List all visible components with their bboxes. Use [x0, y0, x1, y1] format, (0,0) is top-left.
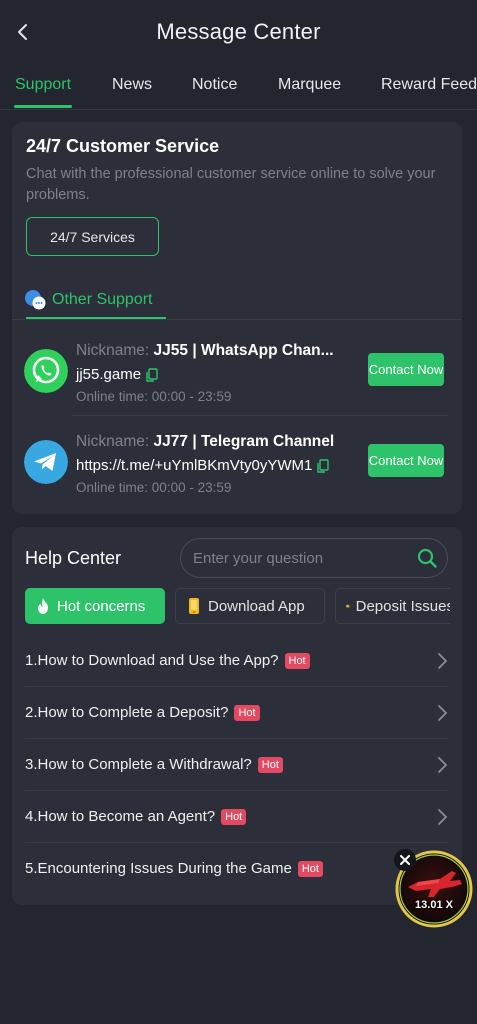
faq-question: 5.Encountering Issues During the Game Ho… [25, 860, 323, 877]
chat-bubbles-icon [25, 290, 46, 310]
category-chips: Hot concerns Download App Deposit Issues [24, 588, 450, 625]
search-bar [180, 538, 448, 578]
faq-question-text: 5.Encountering Issues During the Game [25, 860, 292, 877]
faq-question: 4.How to Become an Agent? Hot [25, 808, 247, 825]
search-input[interactable] [193, 539, 403, 577]
wallet-icon [346, 604, 350, 608]
online-time-value: 00:00 - 23:59 [151, 480, 232, 495]
chip-label: Deposit Issues [355, 597, 450, 615]
faq-question: 3.How to Complete a Withdrawal? Hot [25, 756, 283, 773]
contact-nickname: Nickname: JJ77 | Telegram Channel [76, 433, 361, 451]
search-icon[interactable] [417, 548, 437, 568]
multiplier-label: 13.01 X [415, 899, 453, 911]
online-time: Online time: 00:00 - 23:59 [76, 480, 231, 495]
header: Message Center [0, 0, 477, 64]
other-support-label: Other Support [52, 291, 153, 308]
chevron-right-icon [438, 757, 448, 773]
nickname-label: Nickname: [76, 433, 150, 450]
hot-badge: Hot [297, 860, 323, 877]
customer-service-title: 24/7 Customer Service [26, 136, 220, 156]
chevron-left-icon [18, 24, 27, 40]
tab-reward-feedback[interactable]: Reward Feedback [381, 76, 477, 94]
contact-row-whatsapp: Nickname: JJ55 | WhatsApp Chan... jj55.g… [12, 327, 462, 417]
online-time-value: 00:00 - 23:59 [151, 389, 232, 404]
chevron-right-icon [438, 653, 448, 669]
help-center-title: Help Center [25, 548, 122, 568]
faq-item[interactable]: 3.How to Complete a Withdrawal? Hot [12, 739, 462, 791]
online-time-label: Online time: [76, 480, 149, 495]
tab-bar: Support News Notice Marquee Reward Feedb… [0, 64, 477, 110]
page-title: Message Center [156, 19, 321, 44]
online-time-label: Online time: [76, 389, 149, 404]
chip-deposit-issues[interactable]: Deposit Issues [335, 588, 450, 624]
active-tab-indicator [14, 105, 72, 108]
contact-link: jj55.game [76, 366, 158, 383]
chevron-right-icon [438, 809, 448, 825]
chip-label: Download App [208, 597, 305, 615]
chip-download-app[interactable]: Download App [175, 588, 325, 624]
chip-hot-concerns[interactable]: Hot concerns [25, 588, 165, 624]
faq-question: 2.How to Complete a Deposit? Hot [25, 704, 260, 721]
contact-link-text: https://t.me/+uYmlBKmVty0yYWM1 [76, 457, 313, 474]
hot-badge: Hot [234, 704, 260, 721]
customer-service-description: Chat with the professional customer serv… [26, 166, 436, 203]
divider [12, 319, 462, 320]
nickname-value: JJ55 | WhatsApp Chan... [153, 342, 334, 359]
tab-support[interactable]: Support [15, 76, 71, 94]
hot-badge: Hot [284, 652, 310, 669]
tab-marquee[interactable]: Marquee [278, 76, 341, 94]
contact-now-button[interactable]: Contact Now [368, 444, 444, 477]
copy-icon[interactable] [317, 458, 330, 473]
contact-now-button[interactable]: Contact Now [368, 353, 444, 386]
telegram-icon [24, 440, 68, 484]
chevron-right-icon [438, 705, 448, 721]
other-support-tab[interactable]: Other Support [24, 284, 153, 316]
contact-link: https://t.me/+uYmlBKmVty0yYWM1 [76, 457, 330, 474]
online-time: Online time: 00:00 - 23:59 [76, 389, 231, 404]
faq-question-text: 3.How to Complete a Withdrawal? [25, 756, 252, 773]
faq-question: 1.How to Download and Use the App? Hot [25, 652, 310, 669]
faq-question-text: 1.How to Download and Use the App? [25, 652, 279, 669]
close-icon [400, 855, 410, 865]
support-card: 24/7 Customer Service Chat with the prof… [12, 122, 462, 514]
tab-news[interactable]: News [112, 76, 152, 94]
faq-item[interactable]: 4.How to Become an Agent? Hot [12, 791, 462, 843]
flame-icon [38, 598, 48, 614]
services-button[interactable]: 24/7 Services [26, 217, 159, 256]
faq-item[interactable]: 1.How to Download and Use the App? Hot [12, 635, 462, 687]
contact-nickname: Nickname: JJ55 | WhatsApp Chan... [76, 342, 361, 360]
contact-row-telegram: Nickname: JJ77 | Telegram Channel https:… [12, 418, 462, 508]
hot-badge: Hot [221, 808, 247, 825]
faq-item[interactable]: 2.How to Complete a Deposit? Hot [12, 687, 462, 739]
contact-link-text: jj55.game [76, 366, 142, 383]
close-widget-button[interactable] [394, 849, 416, 871]
chip-label: Hot concerns [57, 597, 146, 615]
back-button[interactable] [10, 20, 34, 44]
hot-badge: Hot [257, 756, 283, 773]
nickname-label: Nickname: [76, 342, 150, 359]
whatsapp-icon [24, 349, 68, 393]
nickname-value: JJ77 | Telegram Channel [153, 433, 335, 450]
faq-question-text: 2.How to Complete a Deposit? [25, 704, 229, 721]
phone-icon [189, 598, 199, 614]
divider [72, 415, 448, 416]
faq-question-text: 4.How to Become an Agent? [25, 808, 216, 825]
floating-game-widget[interactable]: 13.01 X [394, 849, 474, 929]
tab-notice[interactable]: Notice [192, 76, 237, 94]
copy-icon[interactable] [146, 367, 158, 382]
